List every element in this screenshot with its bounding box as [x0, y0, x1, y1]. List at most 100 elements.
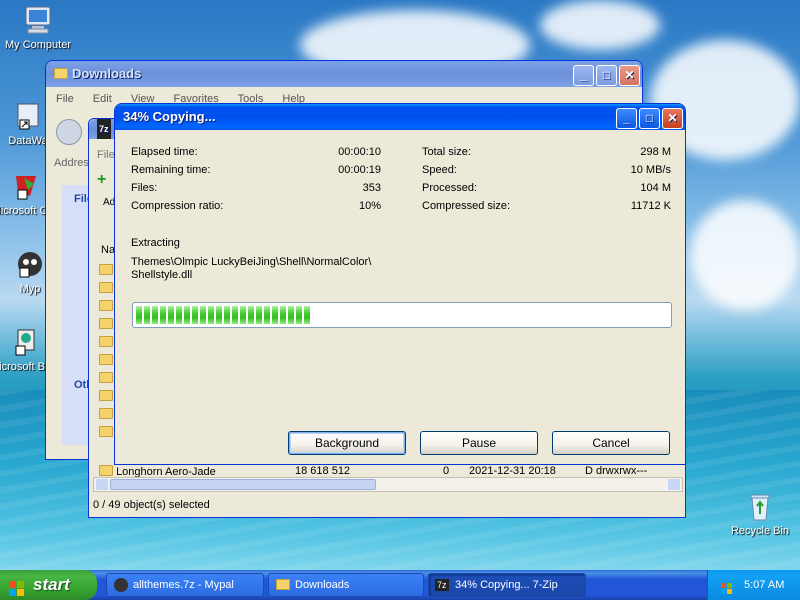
recycle-bin-icon: [744, 490, 776, 522]
progress-segment: [224, 306, 230, 324]
scrollbar-thumb[interactable]: [110, 479, 376, 490]
application-icon: [10, 326, 42, 358]
cancel-button[interactable]: Cancel: [552, 431, 670, 455]
start-button[interactable]: start: [0, 570, 97, 600]
total-size-label: Total size:: [422, 146, 471, 158]
taskbar: start allthemes.7z - Mypal Downloads 7z …: [0, 570, 800, 600]
progress-segment: [160, 306, 166, 324]
row-modified: 2021-12-31 20:18: [469, 465, 556, 477]
task-label: allthemes.7z - Mypal: [133, 579, 234, 591]
desktop-icon-my-computer[interactable]: My Computer: [2, 4, 74, 52]
close-button[interactable]: ✕: [662, 108, 683, 129]
application-icon: [10, 170, 42, 202]
progress-segment: [184, 306, 190, 324]
progress-segment: [176, 306, 182, 324]
row-name: Longhorn Aero-Jade: [116, 466, 216, 477]
column-name-header[interactable]: Na: [101, 244, 115, 256]
minimize-button[interactable]: _: [573, 65, 594, 86]
cloud: [690, 200, 800, 310]
explorer-titlebar[interactable]: Downloads _ □ ✕: [46, 61, 642, 87]
remaining-time-label: Remaining time:: [131, 164, 211, 176]
progress-segment: [168, 306, 174, 324]
folder-icon: [99, 390, 113, 401]
7zip-icon: 7z: [435, 579, 449, 591]
folder-icon: [99, 465, 113, 476]
task-mypal[interactable]: allthemes.7z - Mypal: [106, 573, 264, 597]
explorer-title: Downloads: [72, 66, 142, 81]
desktop-icon-label: Recycle Bin: [730, 525, 790, 537]
folder-icon: [99, 408, 113, 419]
folder-icon: [99, 282, 113, 293]
desktop-icon-label: My Computer: [4, 39, 72, 51]
dialog-body: Elapsed time: 00:00:10 Remaining time: 0…: [119, 134, 681, 460]
scroll-left-icon[interactable]: [96, 479, 108, 490]
zip-file-list: [99, 264, 113, 437]
progress-bar-fill: [136, 306, 317, 324]
current-file: Shellstyle.dll: [131, 269, 193, 281]
table-row[interactable]: Longhorn Aero-Jade 18 618 512 0 2021-12-…: [99, 465, 681, 477]
compression-ratio-label: Compression ratio:: [131, 200, 224, 212]
compressed-size-label: Compressed size:: [422, 200, 511, 212]
progress-segment: [200, 306, 206, 324]
add-icon: +: [97, 171, 107, 188]
progress-segment: [288, 306, 294, 324]
menu-file[interactable]: File: [56, 93, 74, 105]
computer-icon: [22, 4, 54, 36]
task-7zip[interactable]: 7z 34% Copying... 7-Zip: [428, 573, 586, 597]
pause-button[interactable]: Pause: [420, 431, 538, 455]
task-downloads[interactable]: Downloads: [268, 573, 424, 597]
progress-segment: [240, 306, 246, 324]
progress-dialog[interactable]: 34% Copying... _ □ ✕ Elapsed time: 00:00…: [114, 103, 686, 465]
7zip-icon: 7z: [97, 119, 111, 139]
folder-icon: [54, 68, 68, 79]
scroll-right-icon[interactable]: [668, 479, 680, 490]
task-label: Downloads: [295, 579, 350, 591]
elapsed-time-label: Elapsed time:: [131, 146, 198, 158]
network-icon[interactable]: [720, 578, 734, 594]
horizontal-scrollbar[interactable]: [93, 477, 683, 492]
zip-menu-file[interactable]: File: [97, 149, 115, 161]
progress-segment: [280, 306, 286, 324]
progress-segment: [264, 306, 270, 324]
background-button[interactable]: Background: [288, 431, 406, 455]
operation-label: Extracting: [131, 237, 180, 249]
shortcut-icon: [12, 100, 44, 132]
dialog-title: 34% Copying...: [123, 109, 216, 124]
folder-icon: [99, 300, 113, 311]
folder-icon: [99, 426, 113, 437]
desktop-icon-recycle-bin[interactable]: Recycle Bin: [724, 490, 796, 538]
task-label: 34% Copying... 7-Zip: [455, 579, 558, 591]
progress-segment: [208, 306, 214, 324]
folder-icon: [276, 579, 290, 590]
dialog-titlebar[interactable]: 34% Copying... _ □ ✕: [115, 104, 685, 130]
maximize-button[interactable]: □: [596, 65, 617, 86]
folder-icon: [99, 264, 113, 275]
progress-segment: [152, 306, 158, 324]
minimize-button[interactable]: _: [616, 108, 637, 129]
folder-icon: [99, 318, 113, 329]
processed-value: 104 M: [640, 182, 671, 194]
close-button[interactable]: ✕: [619, 65, 640, 86]
zip-add-button[interactable]: + Ad: [97, 171, 115, 208]
menu-edit[interactable]: Edit: [93, 93, 112, 105]
progress-segment: [232, 306, 238, 324]
browser-icon: [114, 578, 128, 592]
cloud: [540, 0, 660, 50]
status-bar-text: 0 / 49 object(s) selected: [93, 499, 210, 511]
progress-segment: [136, 306, 142, 324]
maximize-button[interactable]: □: [639, 108, 660, 129]
progress-segment: [256, 306, 262, 324]
total-size-value: 298 M: [640, 146, 671, 158]
folder-icon: [99, 336, 113, 347]
progress-bar: [132, 302, 672, 328]
back-icon[interactable]: [56, 119, 82, 145]
progress-segment: [192, 306, 198, 324]
progress-segment: [304, 306, 310, 324]
browser-icon: [14, 248, 46, 280]
progress-segment: [296, 306, 302, 324]
progress-segment: [272, 306, 278, 324]
clock[interactable]: 5:07 AM: [744, 570, 784, 600]
speed-value: 10 MB/s: [630, 164, 671, 176]
files-value: 353: [362, 182, 381, 194]
progress-segment: [144, 306, 150, 324]
